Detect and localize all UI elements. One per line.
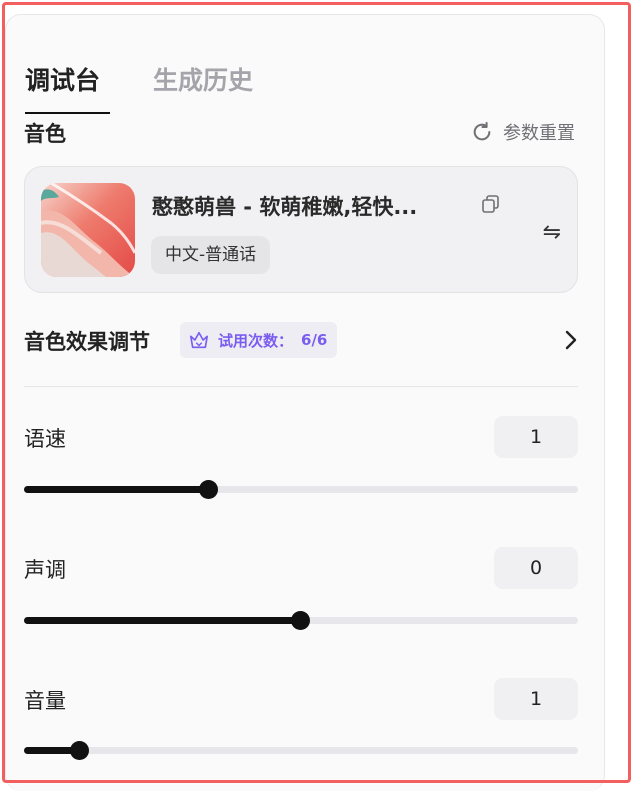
pitch-value-input[interactable]: 0 (494, 547, 578, 589)
volume-label: 音量 (24, 689, 66, 713)
volume-slider[interactable] (24, 741, 578, 760)
volume-value-input[interactable]: 1 (494, 678, 578, 720)
voice-thumbnail (41, 183, 135, 277)
tab-active-underline (25, 112, 110, 114)
voice-name: 憨憨萌兽 - 软萌稚嫩,轻快... (152, 195, 418, 219)
speed-slider[interactable] (24, 480, 578, 499)
trial-count-badge: 试用次数： 6/6 (180, 322, 338, 358)
tab-history[interactable]: 生成历史 (153, 61, 253, 97)
voice-effect-row[interactable]: 音色效果调节 试用次数： 6/6 (24, 322, 578, 360)
refresh-icon (473, 121, 491, 141)
copy-icon[interactable] (481, 194, 501, 214)
voice-section-title: 音色 (24, 122, 66, 146)
speed-slider-handle[interactable] (198, 480, 218, 499)
crown-icon (190, 331, 208, 349)
chevron-right-icon[interactable] (564, 328, 578, 352)
trial-label: 试用次数： (218, 331, 294, 350)
pitch-label: 声调 (24, 558, 66, 582)
divider (24, 386, 578, 387)
voice-effect-title: 音色效果调节 (24, 330, 150, 354)
pitch-slider-fill (24, 617, 301, 624)
voice-card[interactable]: 憨憨萌兽 - 软萌稚嫩,轻快... 中文-普通话 ⇋ (24, 166, 578, 293)
tab-debug[interactable]: 调试台 (25, 61, 100, 97)
language-tag: 中文-普通话 (151, 236, 271, 274)
speed-value-input[interactable]: 1 (494, 416, 578, 458)
reset-params-button[interactable]: 参数重置 (471, 119, 575, 145)
swap-voice-icon[interactable]: ⇋ (543, 220, 561, 245)
speed-label: 语速 (24, 427, 66, 451)
reset-label: 参数重置 (503, 123, 575, 144)
trial-count: 6/6 (301, 331, 328, 349)
pitch-slider[interactable] (24, 611, 578, 630)
speed-slider-fill (24, 486, 208, 493)
volume-slider-handle[interactable] (69, 741, 89, 760)
